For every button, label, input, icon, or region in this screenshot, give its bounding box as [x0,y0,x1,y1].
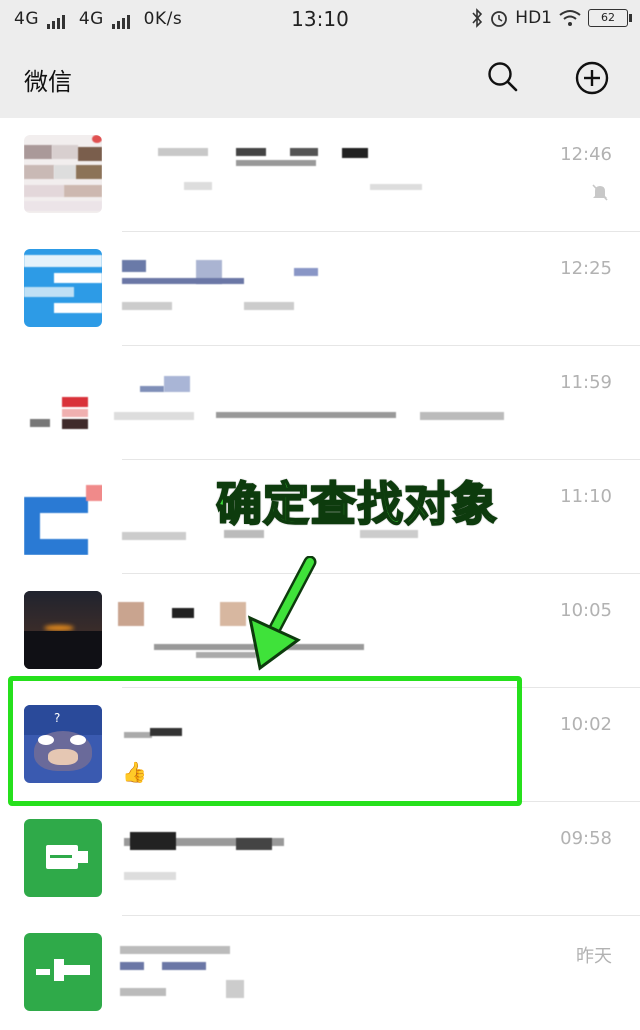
chat-preview-redacted [184,182,212,190]
chat-time: 09:58 [560,828,612,849]
avatar [24,363,102,441]
mute-bell-icon [592,184,608,201]
chat-name-redacted [140,386,164,392]
battery-icon: 62 [588,9,632,27]
chat-name-redacted [122,260,146,272]
chat-preview-redacted [120,988,166,996]
avatar [24,819,102,897]
chat-row[interactable]: 11:59 [0,346,640,460]
chat-name-redacted [120,946,230,954]
plus-circle-icon[interactable] [574,60,610,96]
highlight-box [8,676,522,806]
page-title: 微信 [24,68,72,96]
chat-name-redacted [158,148,208,156]
chat-time: 12:25 [560,258,612,279]
avatar [24,135,102,213]
network-type: HD1 [515,8,552,28]
chat-time: 10:05 [560,600,612,621]
chat-time: 11:10 [560,486,612,507]
avatar [24,249,102,327]
chat-time: 昨天 [576,946,612,967]
chat-time: 11:59 [560,372,612,393]
avatar [24,591,102,669]
chat-row[interactable]: 09:58 [0,802,640,916]
avatar [24,933,102,1011]
chat-row[interactable]: 12:25 [0,232,640,346]
chat-preview-redacted [124,872,176,880]
status-bar: 4G 4G 0K/s 13:10 HD1 62 [0,0,640,38]
app-header: 微信 [0,38,640,118]
chat-preview-redacted [122,532,186,540]
status-right: HD1 62 [471,8,632,28]
annotation-text: 确定查找对象 [215,476,498,532]
bluetooth-icon [472,8,483,28]
search-icon[interactable] [486,60,520,94]
chat-time: 10:02 [560,714,612,735]
chat-row[interactable]: 12:46 [0,118,640,232]
avatar [24,477,102,555]
chat-preview-redacted [122,302,172,310]
chat-name-redacted [118,602,144,626]
alarm-icon [491,11,508,27]
chat-preview-redacted [114,412,194,420]
wifi-icon [559,10,581,26]
chat-time: 12:46 [560,144,612,165]
arrow-icon [247,556,317,671]
